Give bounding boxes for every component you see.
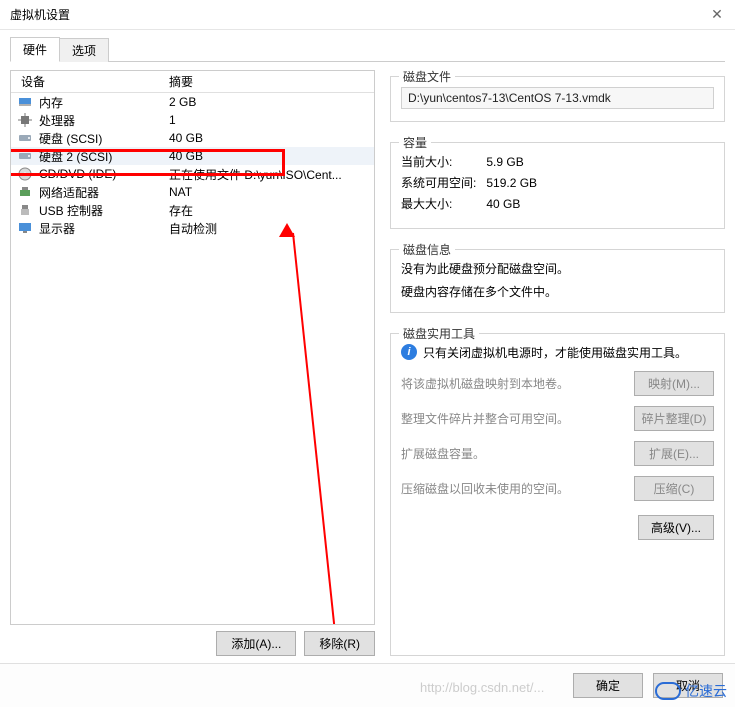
row-summary: 1: [165, 113, 374, 127]
group-disk-file: 磁盘文件 D:\yun\centos7-13\CentOS 7-13.vmdk: [390, 76, 725, 122]
ok-button[interactable]: 确定: [573, 673, 643, 698]
capacity-max: 最大大小: 40 GB: [401, 195, 714, 212]
advanced-button[interactable]: 高级(V)...: [638, 515, 714, 540]
cancel-button[interactable]: 取消: [653, 673, 723, 698]
display-icon: [11, 220, 39, 236]
row-summary: 40 GB: [165, 131, 374, 145]
row-name: CD/DVD (IDE): [39, 167, 165, 181]
cap-current-value: 5.9 GB: [486, 155, 523, 169]
group-title-capacity: 容量: [399, 134, 431, 151]
cd-icon: [11, 166, 39, 182]
group-disk-info: 磁盘信息 没有为此硬盘预分配磁盘空间。 硬盘内容存储在多个文件中。: [390, 249, 725, 313]
disk-icon: [11, 148, 39, 164]
cap-max-value: 40 GB: [486, 197, 520, 211]
row-summary: 40 GB: [165, 149, 374, 163]
row-name: 硬盘 2 (SCSI): [39, 148, 165, 165]
list-row-disk1[interactable]: 硬盘 (SCSI) 40 GB: [11, 129, 374, 147]
row-summary: 存在: [165, 202, 374, 219]
network-icon: [11, 184, 39, 200]
remove-button[interactable]: 移除(R): [304, 631, 375, 656]
group-disk-utilities: 磁盘实用工具 i 只有关闭虚拟机电源时，才能使用磁盘实用工具。 将该虚拟机磁盘映…: [390, 333, 725, 656]
cpu-icon: [11, 112, 39, 128]
capacity-free: 系统可用空间: 519.2 GB: [401, 174, 714, 191]
util-expand-text: 扩展磁盘容量。: [401, 445, 634, 462]
row-name: 硬盘 (SCSI): [39, 130, 165, 147]
tab-options[interactable]: 选项: [59, 38, 109, 62]
util-compact-text: 压缩磁盘以回收未使用的空间。: [401, 480, 634, 497]
row-summary: 2 GB: [165, 95, 374, 109]
util-row-compact: 压缩磁盘以回收未使用的空间。 压缩(C): [401, 476, 714, 501]
row-summary: 正在使用文件 D:\yun\ISO\Cent...: [165, 166, 374, 183]
cap-free-value: 519.2 GB: [486, 176, 537, 190]
window-title: 虚拟机设置: [10, 6, 70, 23]
group-capacity: 容量 当前大小: 5.9 GB 系统可用空间: 519.2 GB 最大大小: 4…: [390, 142, 725, 229]
dialog-body: 硬件 选项 设备 摘要 内存 2 GB: [0, 30, 735, 656]
device-list: 设备 摘要 内存 2 GB 处理器: [10, 70, 375, 625]
disk-file-input[interactable]: D:\yun\centos7-13\CentOS 7-13.vmdk: [401, 87, 714, 109]
util-map-text: 将该虚拟机磁盘映射到本地卷。: [401, 375, 634, 392]
annotation-arrow-line: [292, 233, 342, 625]
tab-hardware[interactable]: 硬件: [10, 37, 60, 62]
capacity-current: 当前大小: 5.9 GB: [401, 153, 714, 170]
row-summary: NAT: [165, 185, 374, 199]
header-device[interactable]: 设备: [11, 73, 165, 90]
advanced-row: 高级(V)...: [401, 515, 714, 540]
content-area: 设备 摘要 内存 2 GB 处理器: [10, 62, 725, 656]
row-name: 内存: [39, 94, 165, 111]
expand-button[interactable]: 扩展(E)...: [634, 441, 714, 466]
util-defrag-text: 整理文件碎片并整合可用空间。: [401, 410, 634, 427]
left-pane: 设备 摘要 内存 2 GB 处理器: [10, 70, 375, 656]
list-row-usb[interactable]: USB 控制器 存在: [11, 201, 374, 219]
disk-info-line1: 没有为此硬盘预分配磁盘空间。: [401, 260, 714, 277]
left-button-bar: 添加(A)... 移除(R): [10, 631, 375, 656]
row-name: 网络适配器: [39, 184, 165, 201]
row-summary: 自动检测: [165, 220, 374, 237]
row-name: USB 控制器: [39, 202, 165, 219]
right-pane: 磁盘文件 D:\yun\centos7-13\CentOS 7-13.vmdk …: [375, 70, 725, 656]
group-title-disk-file: 磁盘文件: [399, 68, 455, 85]
titlebar: 虚拟机设置 ✕: [0, 0, 735, 30]
map-button[interactable]: 映射(M)...: [634, 371, 714, 396]
list-header: 设备 摘要: [11, 71, 374, 93]
row-name: 处理器: [39, 112, 165, 129]
defrag-button[interactable]: 碎片整理(D): [634, 406, 714, 431]
info-icon: i: [401, 344, 417, 360]
compact-button[interactable]: 压缩(C): [634, 476, 714, 501]
list-row-network[interactable]: 网络适配器 NAT: [11, 183, 374, 201]
util-row-expand: 扩展磁盘容量。 扩展(E)...: [401, 441, 714, 466]
list-row-cddvd[interactable]: CD/DVD (IDE) 正在使用文件 D:\yun\ISO\Cent...: [11, 165, 374, 183]
group-title-disk-info: 磁盘信息: [399, 241, 455, 258]
group-title-utilities: 磁盘实用工具: [399, 325, 479, 342]
add-button[interactable]: 添加(A)...: [216, 631, 296, 656]
memory-icon: [11, 94, 39, 110]
usb-icon: [11, 202, 39, 218]
cap-free-label: 系统可用空间:: [401, 174, 483, 191]
util-row-map: 将该虚拟机磁盘映射到本地卷。 映射(M)...: [401, 371, 714, 396]
row-name: 显示器: [39, 220, 165, 237]
disk-info-line2: 硬盘内容存储在多个文件中。: [401, 283, 714, 300]
disk-icon: [11, 130, 39, 146]
cap-current-label: 当前大小:: [401, 153, 483, 170]
header-summary[interactable]: 摘要: [165, 73, 374, 90]
list-row-cpu[interactable]: 处理器 1: [11, 111, 374, 129]
utilities-hint: i 只有关闭虚拟机电源时，才能使用磁盘实用工具。: [401, 344, 714, 361]
close-icon[interactable]: ✕: [707, 5, 727, 25]
list-row-memory[interactable]: 内存 2 GB: [11, 93, 374, 111]
list-row-disk2[interactable]: 硬盘 2 (SCSI) 40 GB: [11, 147, 374, 165]
util-row-defrag: 整理文件碎片并整合可用空间。 碎片整理(D): [401, 406, 714, 431]
cap-max-label: 最大大小:: [401, 195, 483, 212]
list-row-display[interactable]: 显示器 自动检测: [11, 219, 374, 237]
footer-bar: 确定 取消: [0, 663, 735, 707]
utilities-hint-text: 只有关闭虚拟机电源时，才能使用磁盘实用工具。: [423, 344, 687, 361]
list-body: 内存 2 GB 处理器 1 硬盘 (SCSI): [11, 93, 374, 237]
tab-strip: 硬件 选项: [10, 38, 725, 62]
